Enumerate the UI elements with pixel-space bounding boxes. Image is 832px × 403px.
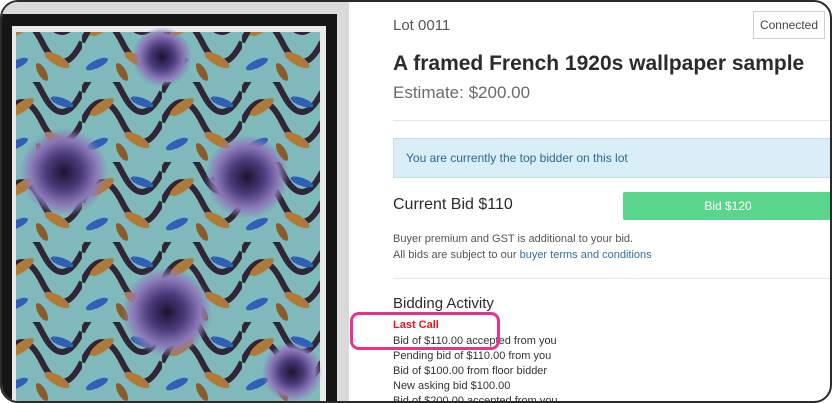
screenshot-frame: Lot 0011 Connected A framed French 1920s… (0, 0, 832, 403)
activity-item: Pending bid of $110.00 from you (393, 350, 552, 362)
bidding-activity-title: Bidding Activity (393, 295, 494, 312)
activity-item: Bid of $200.00 accepted from you (393, 395, 558, 403)
top-bidder-alert: You are currently the top bidder on this… (393, 138, 830, 178)
wallpaper-artwork (2, 2, 349, 401)
terms-prefix: All bids are subject to our (393, 249, 520, 261)
lot-image[interactable] (2, 2, 349, 401)
divider (393, 120, 830, 121)
lot-title: A framed French 1920s wallpaper sample (393, 52, 805, 75)
connection-status-badge: Connected (753, 11, 825, 39)
last-call-highlight-box (350, 312, 500, 350)
activity-item: New asking bid $100.00 (393, 380, 511, 392)
lot-number: Lot 0011 (393, 17, 451, 34)
buyer-premium-note: Buyer premium and GST is additional to y… (393, 233, 634, 245)
terms-note: All bids are subject to our buyer terms … (393, 249, 652, 261)
lot-estimate: Estimate: $200.00 (393, 83, 531, 102)
current-bid: Current Bid $110 (393, 196, 513, 213)
buyer-terms-link[interactable]: buyer terms and conditions (520, 249, 652, 261)
place-bid-button[interactable]: Bid $120 (623, 192, 830, 220)
divider (393, 278, 830, 279)
activity-item: Bid of $100.00 from floor bidder (393, 365, 548, 377)
